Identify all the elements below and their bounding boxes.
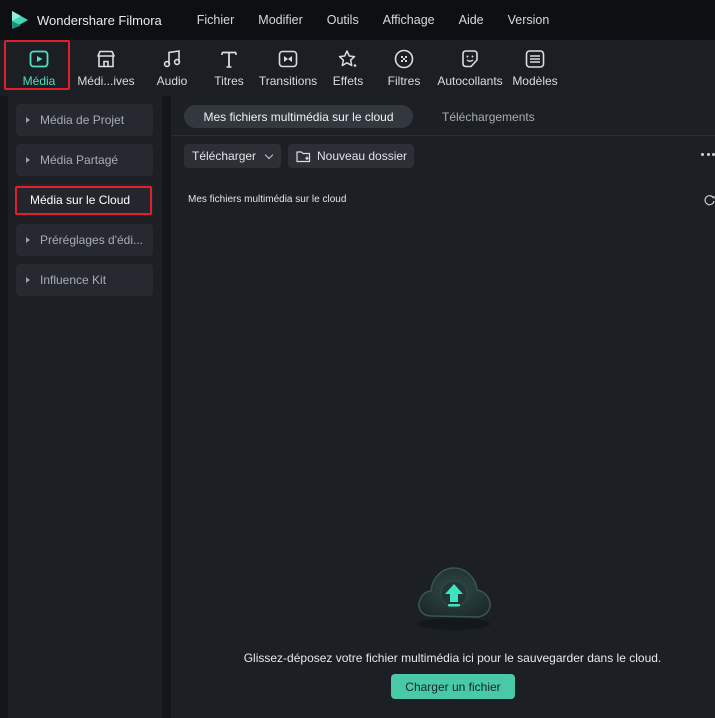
drop-zone-message: Glissez-déposez votre fichier multimédia… — [243, 651, 662, 665]
caret-right-icon — [26, 117, 30, 123]
transition-icon — [278, 50, 298, 68]
store-icon — [97, 50, 115, 68]
toolbar-effets-button[interactable]: Effets — [330, 40, 366, 96]
sidebar: Média de Projet Média Partagé Média sur … — [8, 96, 162, 718]
new-folder-icon — [296, 150, 311, 162]
sidebar-item-media-partage[interactable]: Média Partagé — [16, 144, 153, 176]
more-options-icon[interactable] — [701, 153, 715, 157]
section-title: Mes fichiers multimédia sur le cloud — [188, 194, 347, 205]
menu-modifier[interactable]: Modifier — [258, 13, 302, 27]
upload-file-button[interactable]: Charger un fichier — [391, 674, 515, 699]
main-panel: Mes fichiers multimédia sur le cloud Tél… — [171, 96, 715, 718]
app-title: Wondershare Filmora — [37, 12, 162, 28]
caret-right-icon — [26, 237, 30, 243]
sidebar-item-preglages[interactable]: Préréglages d'édi... — [16, 224, 153, 256]
toolbar-autocollants-button[interactable]: Autocollants — [435, 40, 505, 96]
sticker-icon — [462, 50, 478, 68]
new-folder-button[interactable]: Nouveau dossier — [288, 144, 414, 168]
toolbar-filtres-button[interactable]: Filtres — [385, 40, 423, 96]
text-t-icon — [221, 51, 237, 68]
sidebar-item-media-de-projet[interactable]: Média de Projet — [16, 104, 153, 136]
chevron-down-icon — [264, 150, 274, 160]
menu-outils[interactable]: Outils — [327, 13, 359, 27]
sparkle-star-icon — [338, 50, 357, 67]
cloud-upload-icon — [418, 567, 491, 630]
caret-right-icon — [26, 157, 30, 163]
caret-right-icon — [26, 277, 30, 283]
template-icon — [525, 50, 545, 68]
menu-affichage[interactable]: Affichage — [383, 13, 435, 27]
music-note-icon — [163, 50, 181, 68]
filter-icon — [394, 49, 414, 69]
media-toolbar: Média Médi...ives Audio Titres Transitio… — [0, 40, 715, 96]
sidebar-item-media-sur-le-cloud[interactable]: Média sur le Cloud — [16, 184, 153, 216]
upload-dropdown-button[interactable]: Télécharger — [184, 144, 281, 168]
menu-bar: Fichier Modifier Outils Affichage Aide V… — [197, 13, 574, 27]
sidebar-item-influence-kit[interactable]: Influence Kit — [16, 264, 153, 296]
filmora-logo-icon — [9, 9, 31, 31]
toolbar-audio-button[interactable]: Audio — [150, 40, 194, 96]
toolbar-titres-button[interactable]: Titres — [208, 40, 250, 96]
toolbar-transitions-button[interactable]: Transitions — [258, 40, 318, 96]
menu-version[interactable]: Version — [508, 13, 550, 27]
toolbar-modeles-button[interactable]: Modèles — [511, 40, 559, 96]
refresh-icon[interactable] — [704, 194, 715, 206]
toolbar-media-button[interactable]: Média — [10, 40, 68, 96]
menu-aide[interactable]: Aide — [459, 13, 484, 27]
tab-cloud-files[interactable]: Mes fichiers multimédia sur le cloud — [184, 105, 413, 128]
tab-downloads[interactable]: Téléchargements — [442, 110, 535, 124]
cloud-tab-bar: Mes fichiers multimédia sur le cloud Tél… — [171, 96, 715, 136]
media-play-icon — [29, 50, 49, 68]
menu-fichier[interactable]: Fichier — [197, 13, 235, 27]
title-bar: Wondershare Filmora Fichier Modifier Out… — [0, 0, 715, 40]
toolbar-stock-media-button[interactable]: Médi...ives — [74, 40, 138, 96]
